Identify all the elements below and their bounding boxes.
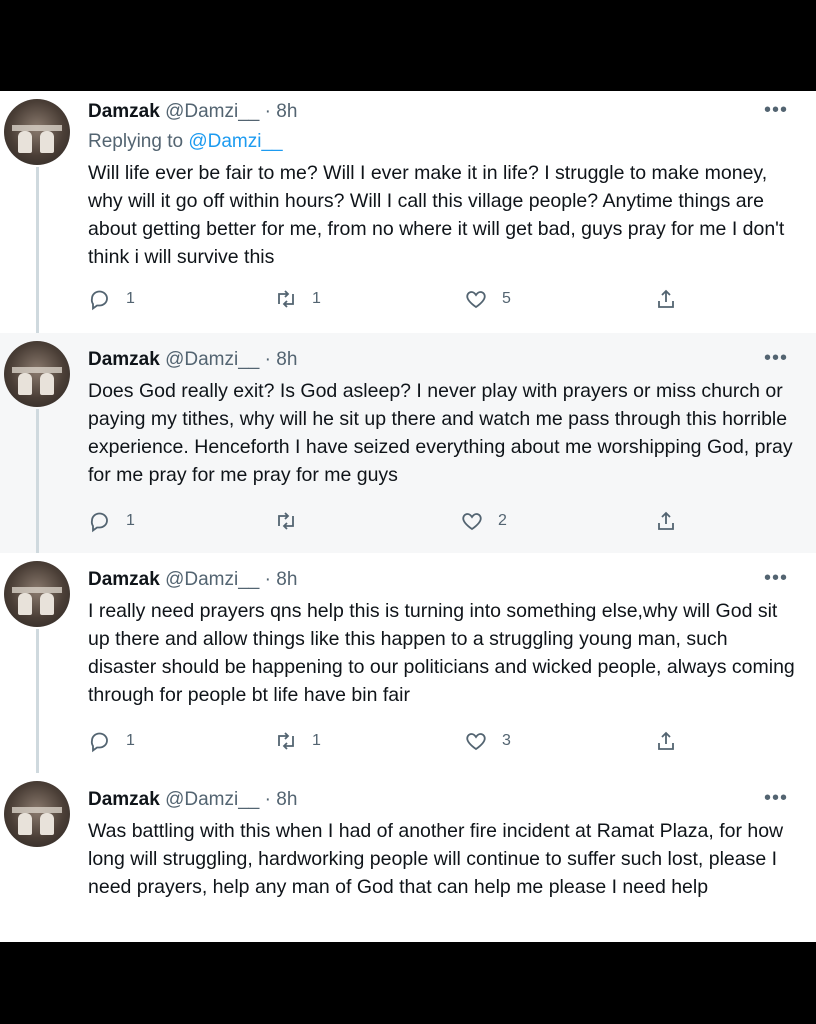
replying-to: Replying to @Damzi__: [88, 131, 283, 153]
like-icon: [466, 291, 486, 309]
retweet-icon: [278, 512, 294, 530]
like-count: 3: [502, 732, 511, 749]
reply-count: 1: [126, 512, 135, 529]
avatar[interactable]: [4, 781, 70, 847]
replying-handle-link[interactable]: @Damzi__: [188, 131, 282, 152]
tweet-text: Does God really exit? Is God asleep? I n…: [88, 380, 793, 486]
like-count: 5: [502, 290, 511, 307]
like-button[interactable]: 2: [460, 509, 507, 533]
timestamp[interactable]: · 8h: [265, 101, 298, 122]
share-icon: [658, 731, 674, 750]
reply-button[interactable]: 1: [88, 729, 135, 753]
tweet-header: Damzak @Damzi__ · 8h: [88, 101, 297, 123]
tweet-3[interactable]: Damzak @Damzi__ · 8h ••• I really need p…: [0, 553, 816, 773]
timestamp[interactable]: · 8h: [265, 569, 298, 590]
share-button[interactable]: [654, 287, 678, 311]
avatar[interactable]: [4, 341, 70, 407]
thread-line: [36, 629, 39, 773]
retweet-button[interactable]: 1: [274, 729, 321, 753]
tweet-text: I really need prayers qns help this is t…: [88, 600, 795, 706]
thread-line: [36, 409, 39, 553]
timestamp[interactable]: · 8h: [265, 789, 298, 810]
replying-label: Replying to: [88, 131, 184, 152]
display-name[interactable]: Damzak: [88, 101, 160, 122]
tweet-text: Will life ever be fair to me? Will I eve…: [88, 162, 785, 268]
retweet-count: 1: [312, 290, 321, 307]
display-name[interactable]: Damzak: [88, 789, 160, 810]
display-name[interactable]: Damzak: [88, 349, 160, 370]
more-icon[interactable]: •••: [764, 347, 788, 370]
user-handle[interactable]: @Damzi__: [165, 349, 259, 370]
user-handle[interactable]: @Damzi__: [165, 569, 259, 590]
share-button[interactable]: [654, 509, 678, 533]
share-icon: [658, 289, 674, 308]
reply-icon: [90, 512, 108, 533]
display-name[interactable]: Damzak: [88, 569, 160, 590]
retweet-icon: [278, 290, 294, 308]
tweet-thread: Damzak @Damzi__ · 8h ••• Replying to @Da…: [0, 91, 816, 942]
more-icon[interactable]: •••: [764, 567, 788, 590]
retweet-icon: [278, 732, 294, 750]
reply-count: 1: [126, 732, 135, 749]
timestamp[interactable]: · 8h: [265, 349, 298, 370]
reply-button[interactable]: 1: [88, 509, 135, 533]
tweet-header: Damzak @Damzi__ · 8h: [88, 569, 297, 591]
user-handle[interactable]: @Damzi__: [165, 101, 259, 122]
tweet-4[interactable]: Damzak @Damzi__ · 8h ••• Was battling wi…: [0, 773, 816, 942]
avatar[interactable]: [4, 561, 70, 627]
share-icon: [658, 511, 674, 530]
like-icon: [462, 513, 482, 531]
retweet-count: 1: [312, 732, 321, 749]
share-button[interactable]: [654, 729, 678, 753]
reply-button[interactable]: 1: [88, 287, 135, 311]
action-bar: 1 1 3: [88, 729, 688, 759]
retweet-button[interactable]: 1: [274, 287, 321, 311]
action-bar: 1 2: [88, 509, 688, 539]
reply-icon: [90, 290, 108, 311]
reply-icon: [90, 732, 108, 753]
more-icon[interactable]: •••: [764, 787, 788, 810]
tweet-2[interactable]: Damzak @Damzi__ · 8h ••• Does God really…: [0, 333, 816, 553]
like-button[interactable]: 5: [464, 287, 511, 311]
user-handle[interactable]: @Damzi__: [165, 789, 259, 810]
like-icon: [466, 733, 486, 751]
avatar[interactable]: [4, 99, 70, 165]
tweet-header: Damzak @Damzi__ · 8h: [88, 349, 297, 371]
tweet-text: Was battling with this when I had of ano…: [88, 820, 784, 898]
like-count: 2: [498, 512, 507, 529]
reply-count: 1: [126, 290, 135, 307]
tweet-header: Damzak @Damzi__ · 8h: [88, 789, 297, 811]
tweet-1[interactable]: Damzak @Damzi__ · 8h ••• Replying to @Da…: [0, 91, 816, 333]
thread-line: [36, 167, 39, 333]
action-bar: 1 1 5: [88, 287, 688, 317]
more-icon[interactable]: •••: [764, 99, 788, 122]
like-button[interactable]: 3: [464, 729, 511, 753]
retweet-button[interactable]: [274, 509, 312, 533]
